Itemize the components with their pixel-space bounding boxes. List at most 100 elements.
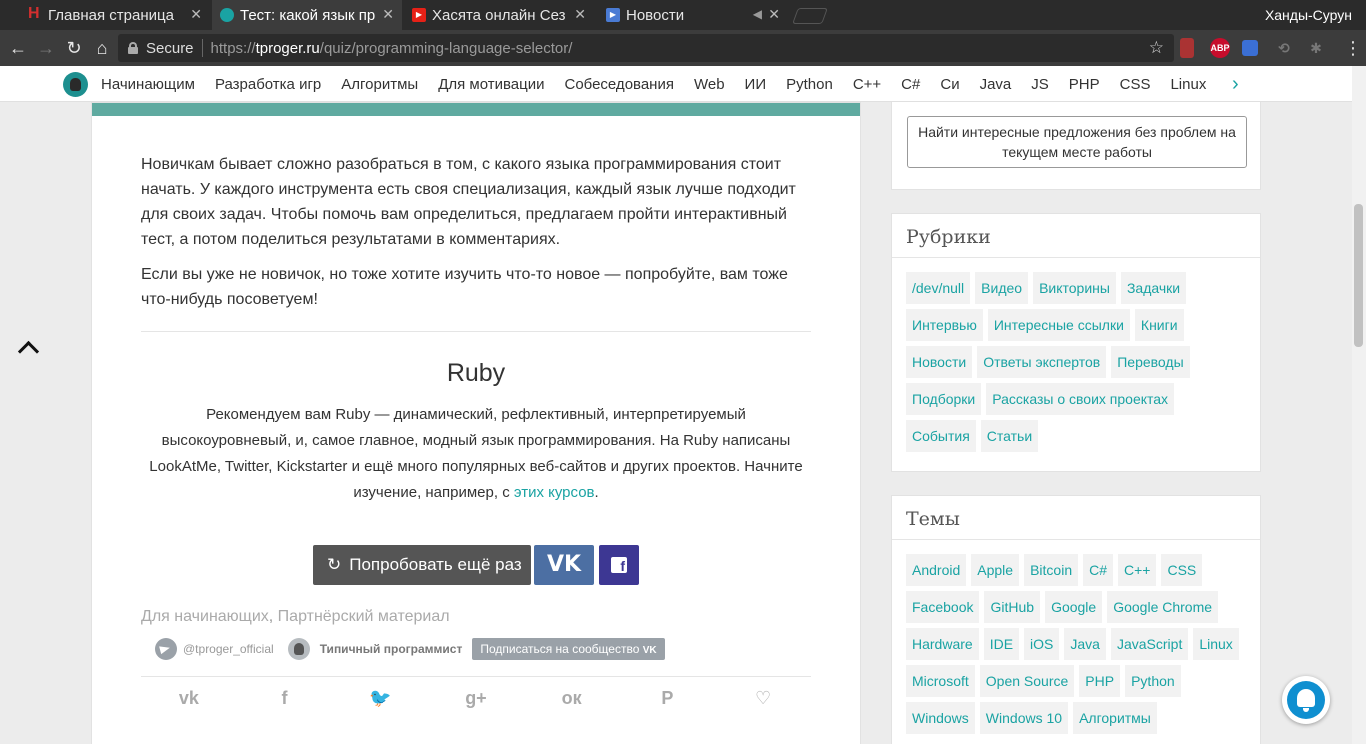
rubric-link[interactable]: Викторины — [1033, 272, 1116, 304]
topic-link[interactable]: Android — [906, 554, 967, 586]
telegram-handle[interactable]: @tproger_official — [183, 642, 274, 656]
retry-button[interactable]: ↻ Попробовать ещё раз — [313, 545, 531, 585]
nav-link[interactable]: Разработка игр — [215, 76, 321, 93]
new-tab-button[interactable] — [792, 8, 828, 24]
chevron-right-icon[interactable]: › — [1232, 74, 1239, 94]
topic-link[interactable]: Microsoft — [906, 665, 975, 697]
topic-link[interactable]: Java — [1064, 628, 1106, 660]
telegram-icon[interactable] — [155, 638, 177, 660]
scroll-to-top-icon[interactable] — [17, 338, 39, 360]
tab-youtube[interactable]: ▶ Хасята онлайн Сез ✕ — [404, 0, 594, 30]
adblock-plus-icon[interactable]: ABP — [1210, 38, 1230, 58]
browser-menu-icon[interactable]: ⋮ — [1344, 38, 1362, 58]
rubric-link[interactable]: События — [906, 420, 976, 452]
tag-link[interactable]: Для начинающих — [141, 608, 269, 625]
topic-link[interactable]: Алгоритмы — [1073, 702, 1157, 734]
rubric-link[interactable]: Новости — [906, 346, 973, 378]
nav-link[interactable]: Linux — [1170, 76, 1206, 93]
address-bar[interactable]: Secure https://tproger.ru/quiz/programmi… — [118, 34, 1174, 62]
nav-link[interactable]: Для мотивации — [438, 76, 544, 93]
nav-link[interactable]: Web — [694, 76, 725, 93]
odnoklassniki-share-icon[interactable]: ок — [557, 688, 587, 709]
nav-link[interactable]: Начинающим — [101, 76, 195, 93]
share-facebook-button[interactable]: f — [599, 545, 639, 585]
tab-main-page[interactable]: H Главная страница ✕ — [20, 0, 210, 30]
pocket-share-icon[interactable]: ♡ — [748, 688, 778, 709]
topic-link[interactable]: Open Source — [979, 665, 1075, 697]
close-icon[interactable]: ✕ — [382, 6, 394, 23]
nav-link[interactable]: ИИ — [745, 76, 767, 93]
nav-link[interactable]: C# — [901, 76, 920, 93]
close-icon[interactable]: ✕ — [574, 6, 586, 23]
tab-news[interactable]: ▶ Новости ◀ ✕ — [598, 0, 788, 30]
courses-link[interactable]: этих курсов — [514, 484, 595, 501]
nav-link[interactable]: Алгоритмы — [341, 76, 418, 93]
share-vk-button[interactable]: VK — [534, 545, 594, 585]
topic-link[interactable]: Hardware — [906, 628, 979, 660]
facebook-share-icon[interactable]: f — [270, 688, 300, 709]
mute-icon[interactable]: ◀ — [753, 7, 762, 21]
back-arrow-icon[interactable]: ← — [7, 37, 29, 59]
extension-paw-icon[interactable]: ✱ — [1306, 38, 1326, 58]
community-name[interactable]: Типичный программист — [320, 642, 463, 656]
notifications-button[interactable] — [1282, 676, 1330, 724]
nav-link[interactable]: C++ — [853, 76, 881, 93]
topic-link[interactable]: Windows — [906, 702, 975, 734]
rubric-link[interactable]: Интервью — [906, 309, 983, 341]
nav-link[interactable]: Си — [940, 76, 959, 93]
twitter-share-icon[interactable]: 🐦 — [365, 688, 395, 709]
google-plus-share-icon[interactable]: g+ — [461, 688, 491, 709]
rubric-link[interactable]: Интересные ссылки — [987, 309, 1130, 341]
extension-red-icon[interactable] — [1180, 38, 1194, 58]
nav-link[interactable]: CSS — [1120, 76, 1151, 93]
topic-link[interactable]: C++ — [1118, 554, 1157, 586]
topic-link[interactable]: C# — [1083, 554, 1114, 586]
scrollbar-thumb[interactable] — [1354, 204, 1363, 347]
topic-link[interactable]: Windows 10 — [979, 702, 1069, 734]
nav-link[interactable]: Собеседования — [564, 76, 673, 93]
topic-link[interactable]: Bitcoin — [1024, 554, 1079, 586]
profile-name[interactable]: Ханды-Сурун — [1265, 7, 1352, 23]
tag-link[interactable]: Партнёрский материал — [278, 608, 450, 625]
topic-link[interactable]: Facebook — [906, 591, 980, 623]
topic-link[interactable]: IDE — [983, 628, 1020, 660]
topic-link[interactable]: iOS — [1024, 628, 1060, 660]
nav-link[interactable]: Python — [786, 76, 833, 93]
page-scrollbar[interactable] — [1352, 66, 1366, 744]
extension-blue-icon[interactable] — [1242, 40, 1258, 56]
rubric-link[interactable]: Подборки — [906, 383, 982, 415]
topic-link[interactable]: GitHub — [984, 591, 1041, 623]
subscribe-button[interactable]: Подписаться на сообщество VK — [472, 638, 665, 660]
tproger-logo-icon[interactable] — [63, 72, 88, 97]
vk-share-icon[interactable]: vk — [174, 688, 204, 709]
pinterest-share-icon[interactable]: P — [652, 688, 682, 709]
rubric-link[interactable]: Задачки — [1120, 272, 1187, 304]
job-offer-button[interactable]: Найти интересные предложения без проблем… — [907, 116, 1247, 168]
nav-link[interactable]: Java — [980, 76, 1012, 93]
rubric-link[interactable]: Статьи — [980, 420, 1039, 452]
bookmark-star-icon[interactable]: ☆ — [1149, 38, 1164, 58]
topic-link[interactable]: Linux — [1193, 628, 1239, 660]
rubric-link[interactable]: Видео — [975, 272, 1029, 304]
nav-link[interactable]: PHP — [1069, 76, 1100, 93]
rubric-link[interactable]: Книги — [1134, 309, 1184, 341]
close-icon[interactable]: ✕ — [768, 6, 780, 23]
topic-link[interactable]: Python — [1125, 665, 1181, 697]
close-icon[interactable]: ✕ — [190, 6, 202, 23]
home-icon[interactable]: ⌂ — [91, 37, 113, 59]
nav-link[interactable]: JS — [1031, 76, 1049, 93]
rubric-link[interactable]: Ответы экспертов — [977, 346, 1107, 378]
rubric-link[interactable]: /dev/null — [906, 272, 971, 304]
topic-link[interactable]: CSS — [1161, 554, 1203, 586]
forward-arrow-icon[interactable]: → — [35, 37, 57, 59]
topic-link[interactable]: Google — [1045, 591, 1103, 623]
topic-link[interactable]: Google Chrome — [1107, 591, 1219, 623]
tab-quiz[interactable]: Тест: какой язык пр ✕ — [212, 0, 402, 30]
topic-link[interactable]: PHP — [1079, 665, 1121, 697]
rubric-link[interactable]: Рассказы о своих проектах — [986, 383, 1175, 415]
community-avatar[interactable] — [287, 638, 310, 660]
extension-gray-icon[interactable]: ⟲ — [1274, 38, 1294, 58]
topic-link[interactable]: JavaScript — [1110, 628, 1189, 660]
reload-icon[interactable]: ↻ — [63, 37, 85, 59]
rubric-link[interactable]: Переводы — [1111, 346, 1190, 378]
